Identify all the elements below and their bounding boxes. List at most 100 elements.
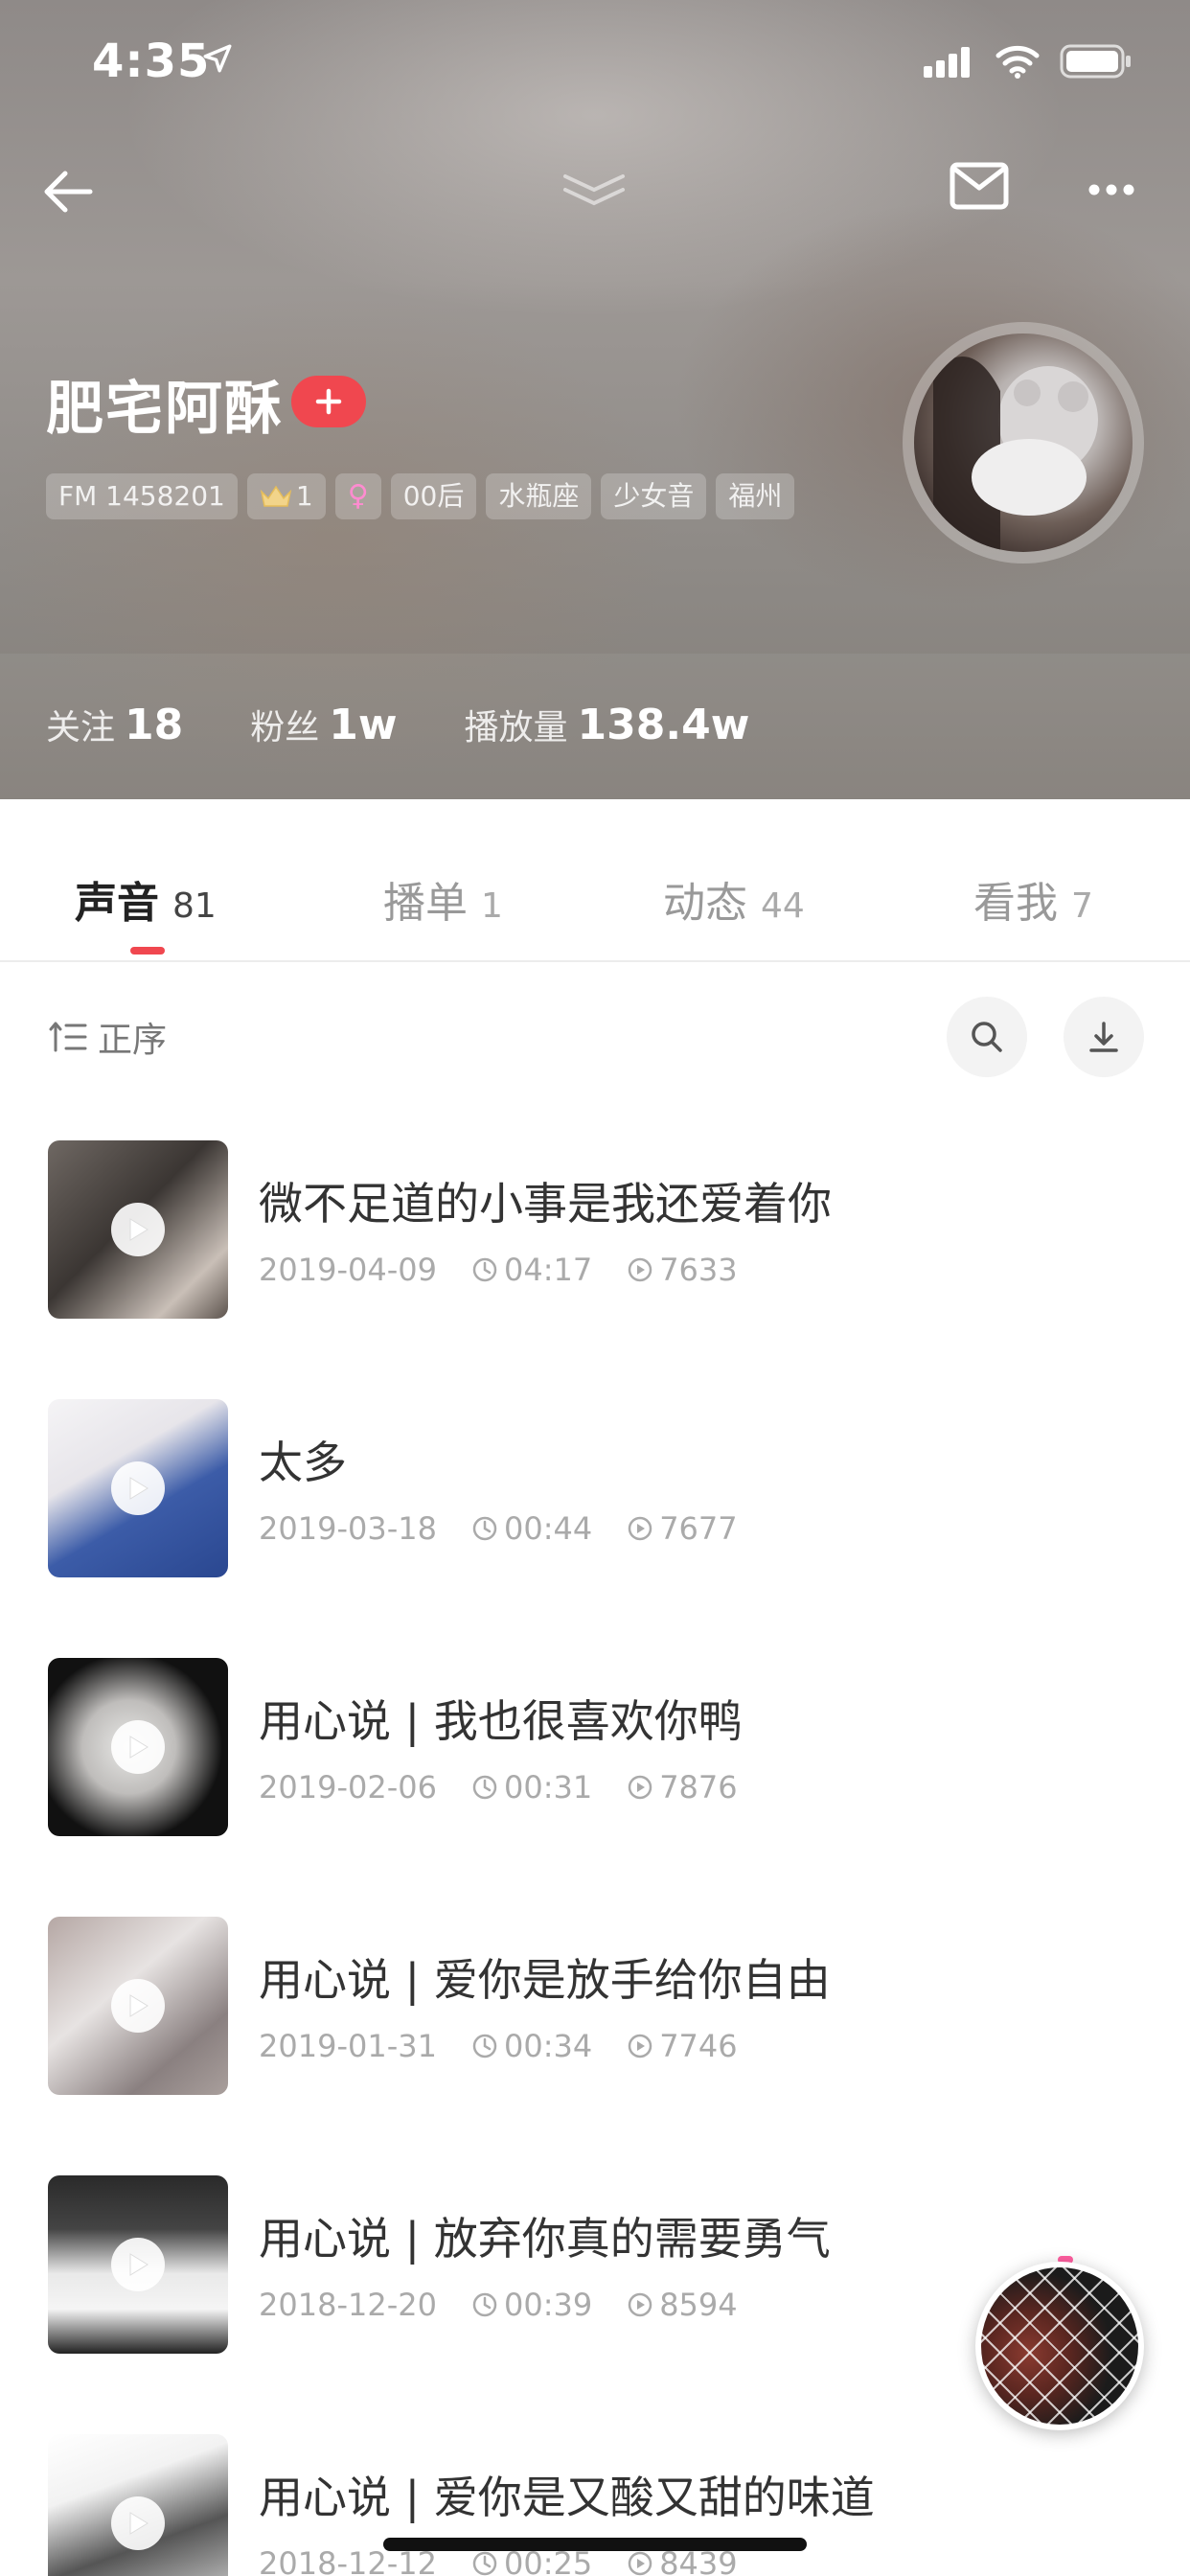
track-meta: 2018-12-20 00:39 8594 [259,2287,772,2323]
track-thumbnail[interactable] [48,2434,228,2576]
track-plays: 8594 [627,2287,738,2323]
status-time: 4:35 [92,34,211,88]
search-icon [972,1022,1002,1052]
tab-watch-me[interactable]: 看我 7 [973,868,1093,930]
collapse-chevron-icon[interactable] [560,171,629,209]
stat-plays: 播放量 138.4w [465,700,750,749]
battery-icon [1060,44,1133,82]
now-playing-cover [981,2267,1138,2425]
stat-label: 关注 [46,708,116,748]
track-thumbnail[interactable] [48,1917,228,2095]
download-icon [1089,1022,1118,1052]
play-icon[interactable] [111,1720,165,1774]
content-tabs: 声音 81 播单 1 动态 44 看我 7 [0,799,1190,962]
duration-value: 04:17 [503,1252,593,1288]
profile-tags: FM 1458201 1 ♀ 00后 水瓶座 少女音 福州 [46,473,795,519]
wifi-icon [995,44,1041,82]
track-date: 2019-01-31 [259,2028,437,2064]
list-item[interactable]: 用心说 | 我也很喜欢你鸭 2019-02-06 00:31 7876 [0,1623,1190,1882]
sort-icon [49,1022,87,1052]
tab-count: 7 [1071,886,1093,926]
clock-icon [472,2034,497,2058]
stat-following[interactable]: 关注 18 [46,700,183,749]
tab-count: 44 [761,886,805,926]
crown-icon [260,485,292,507]
tab-label: 看我 [973,879,1058,928]
track-title: 用心说 | 爱你是放手给你自由 [259,1954,831,2006]
avatar[interactable] [903,322,1144,564]
track-date: 2019-02-06 [259,1769,437,1806]
duration-value: 00:31 [503,1769,593,1806]
follow-button[interactable] [291,376,366,427]
track-duration: 00:34 [471,2028,592,2064]
stat-label: 粉丝 [250,708,320,748]
track-date: 2018-12-20 [259,2287,437,2323]
tab-sounds[interactable]: 声音 81 [75,868,217,930]
track-thumbnail[interactable] [48,1399,228,1577]
tab-label: 声音 [75,879,159,928]
gender-tag: ♀ [334,473,381,519]
clock-icon [472,2292,497,2317]
sort-label: 正序 [98,1021,168,1060]
play-icon[interactable] [111,1461,165,1515]
play-count-icon [628,2551,652,2576]
plays-value: 7633 [659,1252,738,1288]
tab-playlists[interactable]: 播单 1 [383,868,503,930]
stat-value: 138.4w [577,701,750,749]
age-tag: 00后 [390,473,477,519]
track-thumbnail[interactable] [48,1658,228,1836]
track-thumbnail[interactable] [48,2175,228,2354]
stat-fans[interactable]: 粉丝 1w [250,700,397,749]
list-item[interactable]: 太多 2019-03-18 00:44 7677 [0,1365,1190,1623]
play-count-icon [628,1775,652,1800]
status-bar: 4:35 [0,0,1190,125]
plays-value: 7677 [659,1510,738,1547]
back-arrow-icon[interactable] [38,161,100,222]
duration-value: 00:44 [503,1510,593,1547]
avatar-image [914,334,1133,552]
plays-value: 8594 [659,2287,738,2323]
track-duration: 00:31 [471,1769,592,1806]
active-tab-indicator [130,947,165,954]
clock-icon [472,2551,497,2576]
profile-stats: 关注 18 粉丝 1w 播放量 138.4w [46,700,749,749]
play-count-icon [628,2034,652,2058]
mail-icon[interactable] [949,161,1010,218]
track-plays: 7633 [627,1252,738,1288]
user-name: 肥宅阿酥 [46,376,284,443]
location-arrow-icon [201,42,234,79]
voice-tag: 少女音 [601,473,707,519]
sort-button[interactable]: 正序 [48,1012,167,1062]
track-duration: 00:44 [471,1510,592,1547]
tab-moments[interactable]: 动态 44 [663,868,805,930]
more-dots-icon[interactable] [1087,169,1136,211]
level-tag: 1 [246,473,326,519]
play-icon[interactable] [111,2496,165,2550]
track-title: 用心说 | 放弃你真的需要勇气 [259,2213,831,2265]
play-icon[interactable] [111,1203,165,1256]
play-icon[interactable] [111,2238,165,2291]
plays-value: 7746 [659,2028,738,2064]
stat-value: 18 [125,701,184,749]
list-item[interactable]: 微不足道的小事是我还爱着你 2019-04-09 04:17 7633 [0,1106,1190,1365]
list-item[interactable]: 用心说 | 爱你是放手给你自由 2019-01-31 00:34 7746 [0,1882,1190,2141]
track-plays: 7746 [627,2028,738,2064]
stat-label: 播放量 [464,708,568,748]
floating-player-button[interactable] [975,2262,1144,2430]
play-icon[interactable] [111,1979,165,2033]
track-title: 微不足道的小事是我还爱着你 [259,1178,832,1230]
search-button[interactable] [947,997,1027,1077]
track-meta: 2019-01-31 00:34 7746 [259,2028,772,2064]
tab-label: 播单 [383,879,468,928]
track-duration: 00:39 [471,2287,592,2323]
female-icon: ♀ [347,479,369,513]
stat-value: 1w [329,701,398,749]
duration-value: 00:39 [503,2287,593,2323]
download-button[interactable] [1064,997,1144,1077]
signal-icon [924,45,975,81]
track-title: 用心说 | 我也很喜欢你鸭 [259,1695,743,1747]
track-thumbnail[interactable] [48,1140,228,1319]
clock-icon [472,1257,497,1282]
track-date: 2019-04-09 [259,1252,437,1288]
home-indicator[interactable] [383,2538,807,2551]
